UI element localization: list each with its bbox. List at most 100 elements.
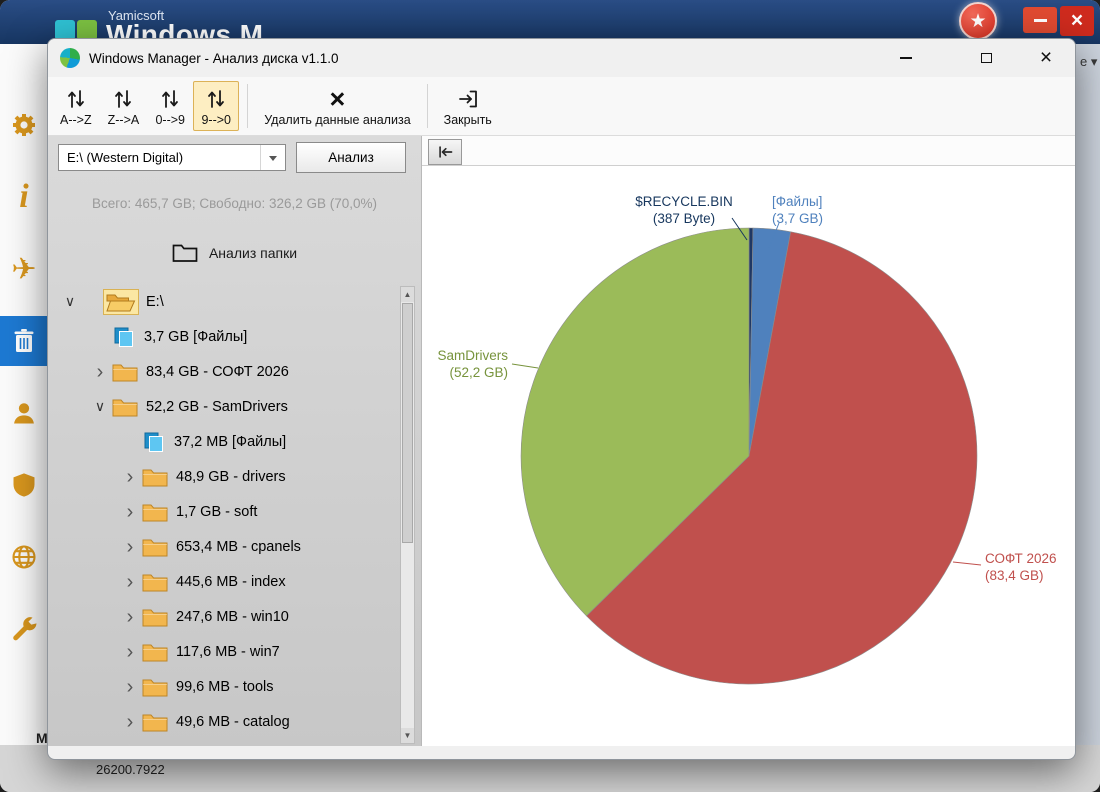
analysis-left-panel: E:\ (Western Digital) Анализ Всего: 465,…: [48, 136, 421, 746]
tree-item-label: 1,7 GB - soft: [176, 503, 258, 520]
tree-scrollbar[interactable]: ▲ ▼: [400, 286, 415, 744]
chevron-collapsed-icon[interactable]: ›: [88, 362, 112, 382]
pie-slice-label: SamDrivers: [437, 348, 508, 363]
sort-arrows-icon: [205, 86, 227, 111]
folder-tree: ∨ E:\ 3,7 GB [Файлы] › 83,4 GB - СОФТ 2026 ∨ 5…: [48, 284, 421, 746]
sort-arrows-icon: [159, 86, 181, 111]
folder-icon: [112, 396, 138, 418]
wrench-icon[interactable]: [0, 614, 48, 644]
folder-icon: [112, 361, 138, 383]
pie-slice-label: СОФТ 2026: [985, 551, 1057, 566]
pie-callout-line: [952, 561, 982, 566]
folder-icon: [142, 466, 168, 488]
dialog-maximize-button[interactable]: [968, 43, 1004, 73]
minimize-icon: [900, 57, 912, 59]
pie-slice-value: (83,4 GB): [985, 568, 1044, 583]
main-minimize-button[interactable]: [1023, 7, 1057, 33]
gear-icon[interactable]: [0, 110, 48, 140]
pie-slice-value: (52,2 GB): [449, 365, 508, 380]
chevron-collapsed-icon[interactable]: ›: [118, 572, 142, 592]
chevron-collapsed-icon[interactable]: ›: [118, 502, 142, 522]
sort-90-button[interactable]: 9-->0: [193, 81, 240, 131]
pie-callout-line: [511, 363, 539, 369]
star-badge-icon[interactable]: ★: [959, 2, 997, 40]
close-analysis-button[interactable]: Закрыть: [436, 81, 500, 131]
dialog-minimize-button[interactable]: [888, 43, 924, 73]
tree-item[interactable]: › 99,6 MB - tools: [48, 669, 421, 704]
dialog-toolbar: A-->Z Z-->A 0-->9 9-->0 × Удалить данные ан…: [48, 77, 1075, 136]
tree-item[interactable]: ›: [48, 739, 421, 746]
dialog-close-button[interactable]: ×: [1028, 43, 1064, 73]
build-number: 26200.7922: [96, 762, 165, 777]
dialog-titlebar: Windows Manager - Анализ диска v1.1.0 ×: [48, 39, 1075, 77]
chevron-expanded-icon[interactable]: ∨: [88, 398, 112, 415]
tree-item[interactable]: 37,2 MB [Файлы]: [48, 424, 421, 459]
scrollbar-thumb[interactable]: [402, 303, 413, 543]
desktop: Yamicsoft Windows M ★ × i ✈ e ▾ 26200.792…: [0, 0, 1100, 792]
files-icon: [112, 326, 136, 348]
chevron-collapsed-icon[interactable]: ›: [118, 677, 142, 697]
sort-za-button[interactable]: Z-->A: [100, 81, 148, 131]
chevron-down-icon: [260, 145, 285, 170]
globe-icon[interactable]: [0, 542, 48, 572]
airplane-icon[interactable]: ✈: [0, 253, 48, 286]
folder-icon: [142, 501, 168, 523]
chevron-collapsed-icon[interactable]: ›: [118, 607, 142, 627]
disk-summary-text: Всего: 465,7 GB; Свободно: 326,2 GB (70,…: [91, 196, 378, 211]
trash-icon[interactable]: [0, 316, 48, 366]
tree-item[interactable]: › 83,4 GB - СОФТ 2026: [48, 354, 421, 389]
delete-x-icon: ×: [329, 83, 346, 114]
tree-item-label: 3,7 GB [Файлы]: [144, 328, 248, 345]
shield-icon[interactable]: [0, 470, 48, 500]
tree-item[interactable]: ∨ 52,2 GB - SamDrivers: [48, 389, 421, 424]
main-window-edge: e ▾: [1076, 44, 1100, 745]
main-sidebar: i ✈: [0, 44, 48, 745]
tree-item[interactable]: › 247,6 MB - win10: [48, 599, 421, 634]
analyze-button[interactable]: Анализ: [296, 142, 406, 173]
scroll-up-button[interactable]: ▲: [401, 287, 414, 302]
tree-item[interactable]: › 117,6 MB - win7: [48, 634, 421, 669]
chevron-collapsed-icon[interactable]: ›: [118, 537, 142, 557]
pie-slice-value: (387 Byte): [653, 211, 715, 226]
drive-select[interactable]: E:\ (Western Digital): [58, 144, 286, 171]
tree-item[interactable]: › 445,6 MB - index: [48, 564, 421, 599]
tree-item-label: 653,4 MB - cpanels: [176, 538, 301, 555]
tree-item[interactable]: ∨ E:\: [48, 284, 421, 319]
folder-icon: [142, 641, 168, 663]
tree-item[interactable]: › 49,6 MB - catalog: [48, 704, 421, 739]
logo-square: [77, 20, 97, 40]
folder-icon: [142, 746, 168, 747]
tree-item-label: 48,9 GB - drivers: [176, 468, 286, 485]
chevron-collapsed-icon[interactable]: ›: [118, 712, 142, 732]
main-close-button[interactable]: ×: [1060, 6, 1094, 36]
toolbar-separator: [247, 84, 249, 128]
sort-button-label: 0-->9: [155, 113, 185, 127]
clipped-text-fragment: M: [36, 730, 48, 746]
tree-item-label: 117,6 MB - win7: [176, 643, 280, 660]
folder-icon: [142, 676, 168, 698]
delete-analysis-data-button[interactable]: × Удалить данные анализа: [256, 81, 418, 131]
info-icon[interactable]: i: [0, 180, 48, 214]
sort-button-label: Z-->A: [107, 113, 140, 127]
chevron-expanded-icon[interactable]: ∨: [58, 293, 82, 310]
folder-outline-icon: [172, 244, 198, 262]
tree-item[interactable]: 3,7 GB [Файлы]: [48, 319, 421, 354]
delete-analysis-data-label: Удалить данные анализа: [264, 113, 411, 127]
dialog-app-icon: [60, 48, 80, 68]
tree-item[interactable]: › 653,4 MB - cpanels: [48, 529, 421, 564]
disk-analysis-dialog: Windows Manager - Анализ диска v1.1.0 × …: [47, 38, 1076, 760]
sort-az-button[interactable]: A-->Z: [52, 81, 100, 131]
sort-09-button[interactable]: 0-->9: [147, 81, 193, 131]
scroll-down-button[interactable]: ▼: [401, 728, 414, 743]
tree-item[interactable]: › 1,7 GB - soft: [48, 494, 421, 529]
back-button[interactable]: [428, 139, 462, 165]
chevron-collapsed-icon[interactable]: ›: [118, 467, 142, 487]
folder-open-icon: [103, 288, 139, 315]
user-icon[interactable]: [0, 398, 48, 428]
maximize-icon: [980, 53, 992, 63]
folder-icon: [142, 606, 168, 628]
tree-item[interactable]: › 48,9 GB - drivers: [48, 459, 421, 494]
analyze-folder-button[interactable]: Анализ папки: [48, 242, 421, 263]
chevron-collapsed-icon[interactable]: ›: [118, 642, 142, 662]
sort-arrows-icon: [112, 86, 134, 111]
